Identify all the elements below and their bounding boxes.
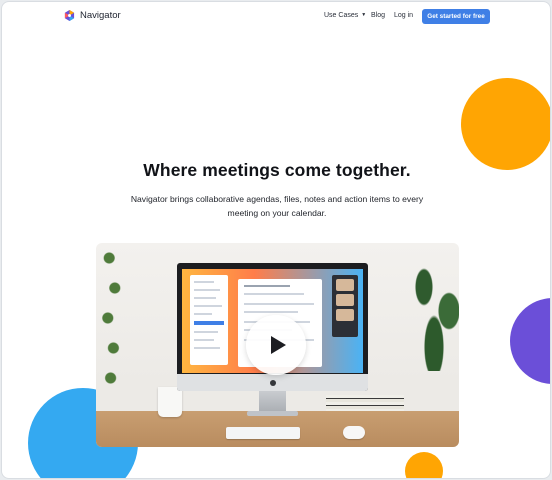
nav-use-cases[interactable]: Use Cases ▼ [324, 12, 366, 19]
hero-subtitle: Navigator brings collaborative agendas, … [130, 194, 424, 218]
books-image [326, 395, 404, 411]
brand-name: Navigator [80, 10, 121, 21]
nav-blog[interactable]: Blog [371, 12, 385, 19]
hero-headline: Where meetings come together. [143, 160, 411, 180]
monitor-stand [259, 391, 286, 413]
page: Navigator Use Cases ▼ Blog Log in Get sta… [1, 1, 551, 479]
nav-log-in[interactable]: Log in [394, 12, 413, 19]
hanging-plant-image [98, 243, 126, 393]
decorative-purple-circle [510, 298, 550, 384]
product-video[interactable] [96, 243, 459, 447]
apple-logo-icon [270, 380, 276, 386]
nav-use-cases-label: Use Cases [324, 12, 359, 19]
get-started-button[interactable]: Get started for free [422, 9, 490, 24]
chevron-down-icon: ▼ [361, 12, 367, 18]
mouse-image [343, 426, 365, 439]
pencil-cup-image [158, 387, 182, 417]
decorative-orange-circle [461, 78, 550, 170]
app-sidebar-preview [190, 275, 228, 365]
video-call-preview [332, 275, 358, 337]
keyboard-image [226, 427, 300, 439]
monitor-stand-foot [247, 411, 298, 416]
brand-logo[interactable]: Navigator [64, 10, 121, 21]
play-button[interactable] [246, 315, 306, 375]
decorative-small-orange-circle [405, 452, 443, 478]
play-icon [270, 336, 286, 354]
palm-plant-image [414, 251, 459, 371]
navigator-logo-icon [64, 10, 75, 21]
